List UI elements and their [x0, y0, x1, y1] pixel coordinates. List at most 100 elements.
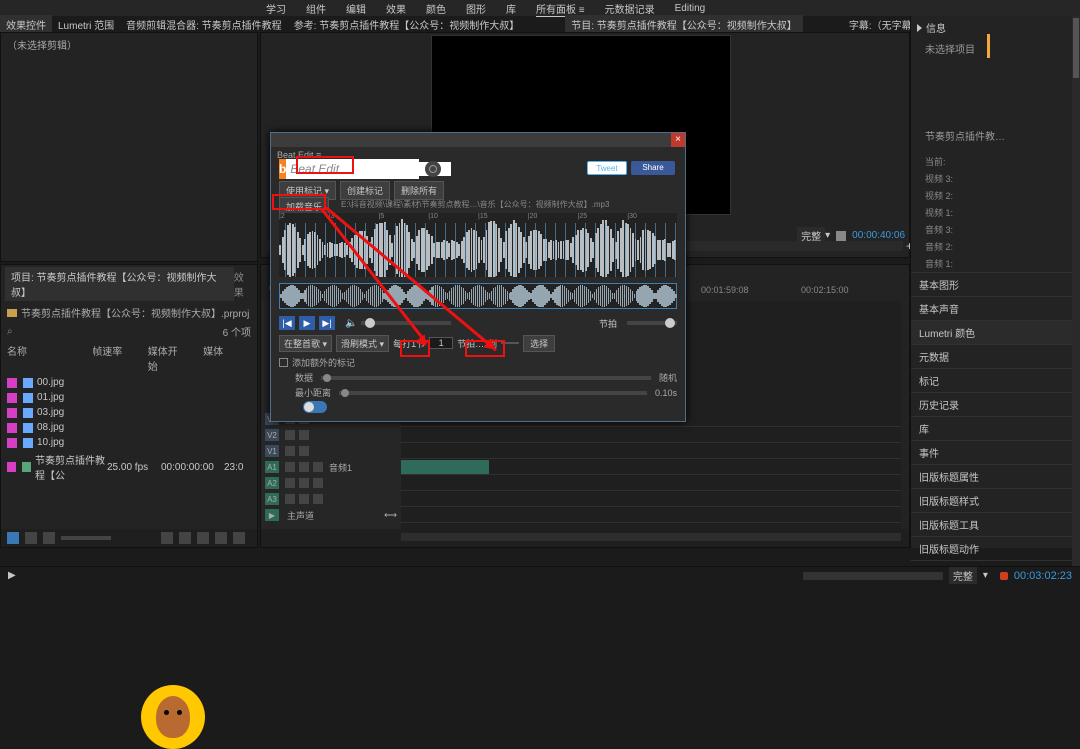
tri-icon	[917, 24, 922, 32]
tab-source[interactable]: 参考: 节奏剪点插件教程【公众号：视频制作大叔】	[288, 15, 526, 34]
menu-effects[interactable]: 效果	[386, 1, 406, 16]
extra-markers-checkbox[interactable]	[279, 358, 288, 367]
project-row[interactable]: 节奏剪点插件教程【公 25.00 fps 00:00:00:00 23:0	[1, 450, 257, 484]
to-n-field[interactable]	[501, 342, 519, 344]
row-b-val: 0.10s	[655, 388, 677, 398]
trash-icon[interactable]	[233, 532, 245, 544]
track-row	[401, 427, 901, 443]
acc-events[interactable]: 事件	[911, 440, 1080, 464]
track-row	[401, 475, 901, 491]
tab-lumetri-scopes[interactable]: Lumetri 范围	[52, 15, 120, 34]
facebook-share-button[interactable]: Share	[631, 161, 675, 175]
menu-edit[interactable]: 编辑	[346, 1, 366, 16]
program-timecode: 00:00:40:06	[852, 230, 905, 241]
zoom-slider[interactable]	[61, 536, 111, 540]
scope-select[interactable]: 在整首歌 ▾	[279, 335, 332, 352]
acc-libraries[interactable]: 库	[911, 416, 1080, 440]
close-icon[interactable]: ×	[671, 133, 685, 147]
right-scrollbar[interactable]	[1072, 16, 1080, 566]
menu-allpanels[interactable]: 所有面板 ≡	[536, 1, 585, 16]
beatedit-toggle[interactable]	[303, 401, 327, 413]
acc-essential-graphics[interactable]: 基本图形	[911, 272, 1080, 296]
skip-start-icon[interactable]: |◀	[279, 316, 295, 330]
acc-history[interactable]: 历史记录	[911, 392, 1080, 416]
beatedit-overview[interactable]	[279, 283, 677, 309]
track-v2[interactable]: V2	[261, 427, 401, 443]
project-effects-tab[interactable]: 效果	[234, 269, 253, 299]
project-columns: 名称 帧速率 媒体开始 媒体	[1, 341, 257, 375]
tweet-button[interactable]: Tweet	[587, 161, 627, 175]
tempo-slider[interactable]	[627, 321, 677, 325]
acc-legacy-title-tools[interactable]: 旧版标题工具	[911, 512, 1080, 536]
volume-icon: 🔈	[345, 318, 357, 329]
track-a2[interactable]: A2	[261, 475, 401, 491]
timeline-bottom	[261, 529, 909, 547]
select-button[interactable]: 选择	[523, 335, 555, 352]
col-rate[interactable]: 帧速率	[92, 343, 129, 373]
auto-seq-icon[interactable]	[161, 532, 173, 544]
modal-titlebar[interactable]: ×	[271, 133, 685, 147]
density-slider[interactable]	[321, 376, 651, 380]
track-v1[interactable]: V1	[261, 443, 401, 459]
menu-learn[interactable]: 学习	[266, 1, 286, 16]
timeline-hscroll[interactable]	[401, 533, 901, 541]
col-media[interactable]: 媒体	[203, 343, 233, 373]
acc-legacy-title-styles[interactable]: 旧版标题样式	[911, 488, 1080, 512]
project-row[interactable]: 10.jpg	[1, 435, 257, 450]
beatedit-extra: 添加额外的标记 数据随机 最小距离0.10s	[279, 355, 677, 414]
new-item-icon[interactable]	[215, 532, 227, 544]
skip-end-icon[interactable]: ▶|	[319, 316, 335, 330]
acc-legacy-title-props[interactable]: 旧版标题属性	[911, 464, 1080, 488]
effects-controls-panel: （未选择剪辑）	[0, 32, 258, 262]
acc-legacy-title-actions[interactable]: 旧版标题动作	[911, 536, 1080, 560]
every-n-field[interactable]: 1	[429, 337, 453, 349]
track-a1[interactable]: A1音频1	[261, 459, 401, 475]
menu-library[interactable]: 库	[506, 1, 516, 16]
acc-lumetri-color[interactable]: Lumetri 颜色	[911, 320, 1080, 344]
settings-gear-icon[interactable]	[425, 161, 441, 177]
wrench-icon[interactable]	[836, 231, 846, 241]
menu-compose[interactable]: 组件	[306, 1, 326, 16]
folder-icon	[7, 309, 17, 317]
delete-all-button[interactable]: 删除所有	[394, 181, 444, 200]
acc-markers[interactable]: 标记	[911, 368, 1080, 392]
track-master[interactable]: ▶主声道⟷	[261, 507, 401, 523]
extra-markers-label: 添加额外的标记	[292, 356, 355, 369]
beatedit-ruler: |2|3|5|10|15|20|25|30	[279, 213, 677, 223]
min-distance-slider[interactable]	[339, 391, 647, 395]
status-zoom-select[interactable]: 完整	[949, 567, 977, 584]
play-icon[interactable]: ▶	[299, 316, 315, 330]
tab-effect-controls[interactable]: 效果控件	[0, 15, 52, 34]
row-b-label: 最小距离	[295, 386, 331, 399]
project-row[interactable]: 03.jpg	[1, 405, 257, 420]
acc-essential-sound[interactable]: 基本声音	[911, 296, 1080, 320]
menu-editing[interactable]: Editing	[675, 3, 706, 14]
beatedit-waveform[interactable]: |2|3|5|10|15|20|25|30	[279, 213, 677, 277]
col-name[interactable]: 名称	[7, 343, 74, 373]
list-view-icon[interactable]	[7, 532, 19, 544]
status-play-icon[interactable]: ▶	[8, 570, 16, 581]
search-icon[interactable]: ⌕	[7, 326, 13, 337]
menu-metadata[interactable]: 元数据记录	[605, 1, 655, 16]
col-start[interactable]: 媒体开始	[148, 343, 185, 373]
freeform-icon[interactable]	[43, 532, 55, 544]
acc-metadata[interactable]: 元数据	[911, 344, 1080, 368]
find-icon[interactable]	[179, 532, 191, 544]
to-label: 到	[488, 337, 497, 350]
project-row[interactable]: 01.jpg	[1, 390, 257, 405]
project-row[interactable]: 08.jpg	[1, 420, 257, 435]
new-bin-icon[interactable]	[197, 532, 209, 544]
create-marker-button[interactable]: 创建标记	[340, 181, 390, 200]
mode-select[interactable]: 滑刷模式 ▾	[336, 335, 389, 352]
icon-view-icon[interactable]	[25, 532, 37, 544]
volume-slider[interactable]	[361, 321, 451, 325]
track-a3[interactable]: A3	[261, 491, 401, 507]
project-tab[interactable]: 项目: 节奏剪点插件教程【公众号：视频制作大叔】	[5, 267, 234, 301]
tab-audio-mixer[interactable]: 音频煎辑混合器: 节奏剪点插件教程	[120, 15, 288, 34]
info-panel-title[interactable]: 信息	[926, 20, 946, 35]
bing-searchbox[interactable]: b	[279, 159, 419, 179]
menu-color[interactable]: 颜色	[426, 1, 446, 16]
project-row[interactable]: 00.jpg	[1, 375, 257, 390]
menu-graphic[interactable]: 图形	[466, 1, 486, 16]
tab-program[interactable]: 节目: 节奏剪点插件教程【公众号：视频制作大叔】	[565, 15, 803, 34]
